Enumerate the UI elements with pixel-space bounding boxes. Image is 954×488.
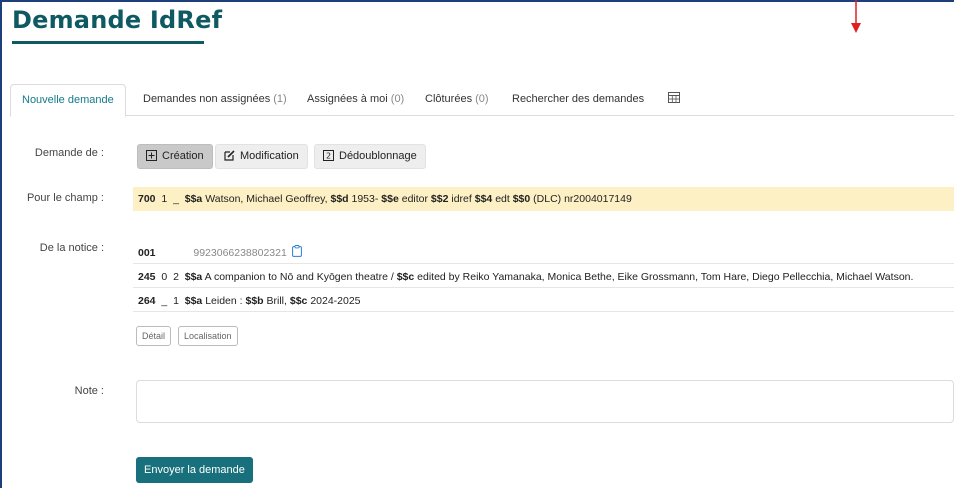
subfield-value: Brill,	[266, 295, 287, 307]
demande-label: Demande de :	[34, 147, 104, 159]
subfield-code: $$4	[474, 193, 493, 205]
subfield-code: $$0	[512, 193, 531, 205]
dedoublonnage-button[interactable]: 2 Dédoublonnage	[314, 144, 426, 169]
subfield-code: $$a	[184, 295, 203, 307]
champ-field-row: 700 1 _ $$a Watson, Michael Geoffrey, $$…	[133, 187, 954, 211]
subfield-value: editor	[401, 193, 428, 205]
field-indicator-1: 0	[161, 271, 168, 283]
note-textarea[interactable]	[136, 380, 954, 423]
modification-label: Modification	[240, 150, 299, 162]
creation-label: Création	[162, 150, 204, 162]
dedoublonnage-label: Dédoublonnage	[339, 150, 417, 162]
tab-label: Demandes non assignées	[143, 93, 271, 105]
notice-line-001: 001 9923066238802321	[133, 242, 954, 264]
notice-line-264: 264 _ 1 $$a Leiden : $$b Brill, $$c 2024…	[133, 290, 954, 312]
tab-cloturees[interactable]: Clôturées (0)	[425, 84, 489, 116]
field-indicator-2: 1	[173, 295, 179, 307]
localisation-button[interactable]: Localisation	[178, 326, 238, 346]
number-two-square-icon: 2	[323, 150, 334, 161]
subfield-value: A companion to Nō and Kyōgen theatre /	[204, 271, 394, 283]
field-tag: 700	[138, 193, 156, 205]
note-label: Note :	[74, 385, 104, 397]
tab-count: (0)	[475, 93, 489, 105]
submit-button[interactable]: Envoyer la demande	[136, 457, 253, 483]
table-grid-icon[interactable]	[668, 92, 680, 103]
field-tag: 001	[138, 247, 156, 259]
subfield-code: $$d	[330, 193, 349, 205]
subfield-code: $$e	[381, 193, 399, 205]
notice-line-245: 245 0 2 $$a A companion to Nō and Kyōgen…	[133, 266, 954, 288]
subfield-code: $$2	[430, 193, 449, 205]
field-tag: 245	[138, 271, 156, 283]
field-indicator-2: 2	[173, 271, 179, 283]
tab-nouvelle-demande[interactable]: Nouvelle demande	[10, 84, 126, 117]
tab-count: (0)	[390, 93, 405, 105]
tab-demandes-non-assignees[interactable]: Demandes non assignées (1)	[143, 84, 287, 116]
svg-text:2: 2	[326, 152, 331, 161]
edit-pencil-icon	[224, 150, 235, 161]
modification-button[interactable]: Modification	[215, 144, 308, 169]
field-tag: 264	[138, 295, 156, 307]
tab-bar: Nouvelle demande Demandes non assignées …	[10, 84, 954, 117]
tab-assignees-a-moi[interactable]: Assignées à moi (0)	[307, 84, 404, 116]
detail-button[interactable]: Détail	[136, 326, 172, 346]
record-id: 9923066238802321	[193, 247, 287, 259]
subfield-value: 1953-	[351, 193, 379, 205]
field-indicator-1: 1	[161, 193, 168, 205]
subfield-code: $$a	[184, 193, 203, 205]
field-indicator-1: _	[161, 295, 168, 307]
subfield-value: edt	[495, 193, 510, 205]
subfield-code: $$c	[396, 271, 415, 283]
field-indicator-2: _	[173, 193, 179, 205]
creation-button[interactable]: Création	[137, 144, 213, 169]
title-underline	[12, 41, 204, 44]
plus-square-icon	[146, 150, 157, 161]
subfield-value: edited by Reiko Yamanaka, Monica Bethe, …	[417, 271, 914, 283]
subfield-value: Leiden :	[205, 295, 243, 307]
tab-label: Nouvelle demande	[22, 94, 114, 106]
tab-label: Rechercher des demandes	[512, 93, 645, 105]
red-arrow-marker	[851, 0, 861, 33]
subfield-value: idref	[451, 193, 472, 205]
clipboard-copy-icon[interactable]	[291, 245, 302, 257]
page-title: Demande IdRef	[12, 6, 223, 34]
subfield-code: $$a	[184, 271, 203, 283]
subfield-code: $$c	[289, 295, 308, 307]
tab-label: Assignées à moi	[307, 93, 388, 105]
tab-rechercher-des-demandes[interactable]: Rechercher des demandes	[512, 84, 644, 116]
champ-label: Pour le champ :	[26, 192, 104, 204]
subfield-value: Watson, Michael Geoffrey,	[205, 193, 328, 205]
subfield-value: (DLC) nr2004017149	[533, 193, 632, 205]
subfield-value: 2024-2025	[310, 295, 361, 307]
tab-label: Clôturées	[425, 93, 473, 105]
notice-label: De la notice :	[39, 242, 104, 254]
tab-count: (1)	[273, 93, 287, 105]
subfield-code: $$b	[245, 295, 264, 307]
